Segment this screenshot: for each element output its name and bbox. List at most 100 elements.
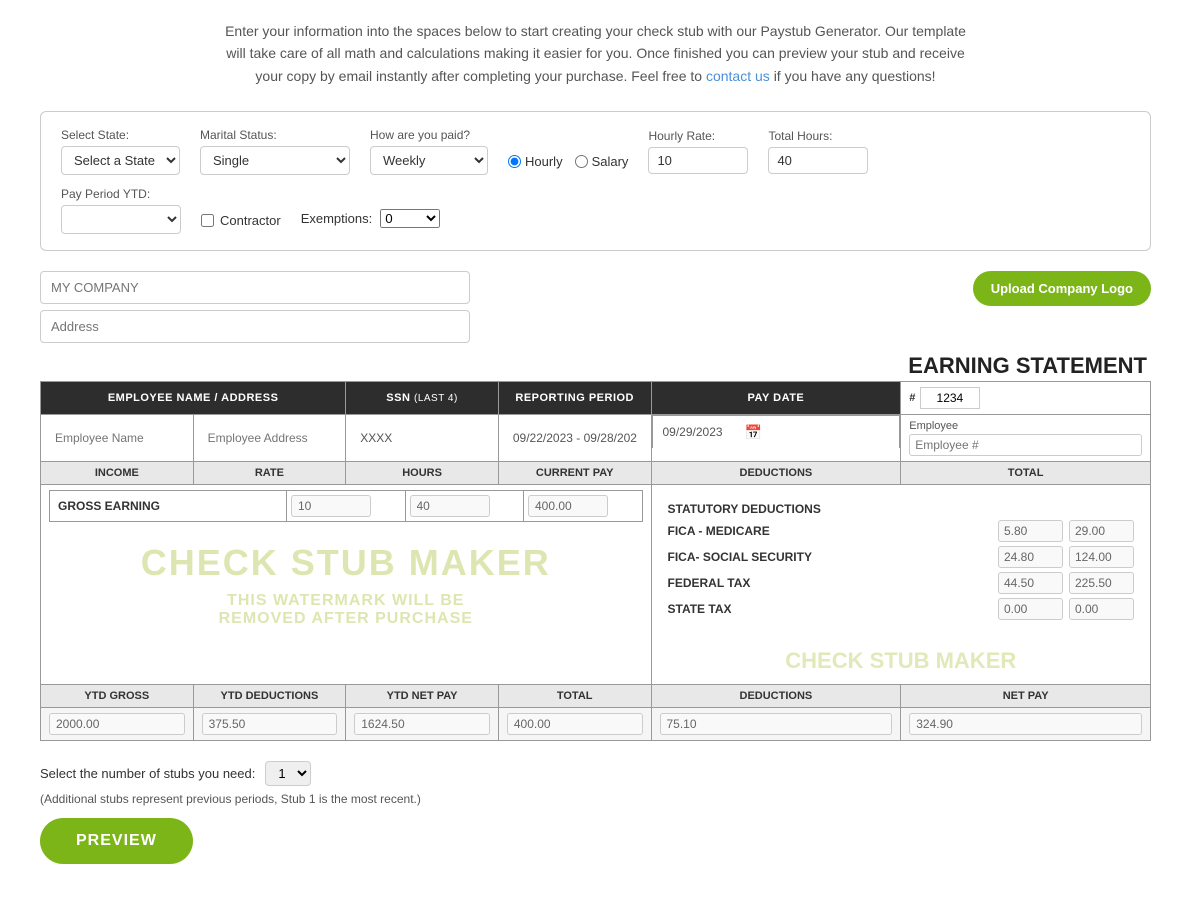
hourly-rate-input[interactable] [648, 147, 748, 174]
total-hours-input[interactable] [768, 147, 868, 174]
pay-period-ytd-dropdown[interactable] [61, 205, 181, 234]
marital-status-group: Marital Status: SingleMarriedHead of Hou… [200, 128, 350, 175]
exemptions-label: Exemptions: [301, 211, 373, 226]
how-paid-label: How are you paid? [370, 128, 488, 142]
deduction-row-2: FEDERAL TAX [668, 572, 1135, 594]
how-paid-dropdown[interactable]: WeeklyBi-WeeklySemi-MonthlyMonthly [370, 146, 488, 175]
deduction-name-3: STATE TAX [668, 602, 993, 616]
company-address-input[interactable] [40, 310, 470, 343]
contact-us-link[interactable]: contact us [706, 68, 770, 84]
ssn-input[interactable] [354, 427, 490, 449]
stubs-count-dropdown[interactable]: 12345 [265, 761, 311, 786]
hourly-radio[interactable] [508, 155, 521, 168]
salary-radio[interactable] [575, 155, 588, 168]
col-ssn: SSN (LAST 4) [346, 382, 499, 415]
reporting-period-cell [498, 415, 651, 462]
deduction-name-0: FICA - MEDICARE [668, 524, 993, 538]
salary-radio-label[interactable]: Salary [575, 154, 629, 169]
calendar-icon[interactable]: 📅 [745, 424, 762, 441]
deduction-total-input-2[interactable] [998, 572, 1063, 594]
col-pay-date: PAY DATE [651, 382, 901, 415]
deduction-total-input-0[interactable] [998, 520, 1063, 542]
gross-rate-input[interactable] [291, 495, 371, 517]
employee-address-input[interactable] [202, 427, 338, 449]
employee-address-cell [193, 415, 346, 462]
marital-status-label: Marital Status: [200, 128, 350, 142]
exemptions-group: Exemptions: 012345 [301, 209, 441, 234]
intro-text-2: will take care of all math and calculati… [226, 45, 965, 61]
deduction-row-3: STATE TAX [668, 598, 1135, 620]
upload-logo-button[interactable]: Upload Company Logo [973, 271, 1151, 306]
watermark-sub-text: THIS WATERMARK WILL BEREMOVED AFTER PURC… [219, 592, 473, 628]
intro-paragraph: Enter your information into the spaces b… [40, 20, 1151, 87]
earning-statement-title: EARNING STATEMENT [40, 353, 1151, 379]
total-hours-label: Total Hours: [768, 129, 868, 143]
company-section: Upload Company Logo [40, 271, 1151, 343]
employee-name-cell [41, 415, 194, 462]
select-state-group: Select State: Select a State AlabamaAlas… [61, 128, 180, 175]
exemptions-dropdown[interactable]: 012345 [380, 209, 440, 228]
company-name-input[interactable] [40, 271, 470, 304]
stubs-label: Select the number of stubs you need: [40, 766, 255, 781]
pay-date-cell: 📅 [652, 415, 901, 448]
deduction-ytd-input-2[interactable] [1069, 572, 1134, 594]
income-panel: GROSS EARNING [41, 485, 652, 685]
employee-hash-input[interactable] [909, 434, 1142, 456]
hourly-label-text: Hourly [525, 154, 563, 169]
contractor-checkbox[interactable] [201, 214, 214, 227]
total-cell [498, 708, 651, 741]
hash-input[interactable] [920, 387, 980, 409]
hourly-radio-label[interactable]: Hourly [508, 154, 563, 169]
col-deductions-header: DEDUCTIONS [651, 462, 901, 485]
ytd-gross-header: YTD GROSS [41, 685, 194, 708]
deductions-total-input[interactable] [660, 713, 893, 735]
employee-label: Employee [909, 420, 1142, 432]
deduction-name-1: FICA- SOCIAL SECURITY [668, 550, 993, 564]
how-paid-group: How are you paid? WeeklyBi-WeeklySemi-Mo… [370, 128, 488, 175]
preview-button[interactable]: PREVIEW [40, 818, 193, 864]
pay-date-input[interactable] [661, 421, 741, 443]
ytd-net-pay-header: YTD NET PAY [346, 685, 499, 708]
total-input[interactable] [507, 713, 643, 735]
deduction-ytd-input-3[interactable] [1069, 598, 1134, 620]
deduction-total-input-1[interactable] [998, 546, 1063, 568]
net-pay-input[interactable] [909, 713, 1142, 735]
ytd-gross-input[interactable] [49, 713, 185, 735]
deductions-panel: STATUTORY DEDUCTIONS FICA - MEDICARE FICA… [651, 485, 1151, 685]
marital-status-dropdown[interactable]: SingleMarriedHead of Household [200, 146, 350, 175]
bottom-section: Select the number of stubs you need: 123… [40, 761, 1151, 864]
col-current-pay-header: CURRENT PAY [498, 462, 651, 485]
deduction-total-input-3[interactable] [998, 598, 1063, 620]
deduction-name-2: FEDERAL TAX [668, 576, 993, 590]
ytd-deductions-input[interactable] [202, 713, 338, 735]
right-deductions-content: STATUTORY DEDUCTIONS FICA - MEDICARE FICA… [660, 490, 1143, 630]
total-header: TOTAL [498, 685, 651, 708]
hourly-rate-group: Hourly Rate: [648, 129, 748, 174]
income-deductions-header-row: INCOME RATE HOURS CURRENT PAY DEDUCTIONS… [41, 462, 1151, 485]
stub-body-row: GROSS EARNING [41, 485, 1151, 685]
deduction-ytd-input-0[interactable] [1069, 520, 1134, 542]
deduction-row-0: FICA - MEDICARE [668, 520, 1135, 542]
reporting-period-input[interactable] [507, 427, 643, 449]
deductions-total-cell [651, 708, 901, 741]
statutory-deductions-header: STATUTORY DEDUCTIONS [668, 496, 1135, 520]
contractor-group: Contractor [201, 213, 281, 234]
gross-hours-input[interactable] [410, 495, 490, 517]
total-hours-group: Total Hours: [768, 129, 868, 174]
deduction-row-1: FICA- SOCIAL SECURITY [668, 546, 1135, 568]
ytd-deductions-cell [193, 708, 346, 741]
gross-hours-cell [405, 491, 524, 522]
deduction-ytd-input-1[interactable] [1069, 546, 1134, 568]
net-pay-header: NET PAY [901, 685, 1151, 708]
stub-table: EMPLOYEE NAME / ADDRESS SSN (LAST 4) REP… [40, 381, 1151, 741]
intro-text-4: if you have any questions! [774, 68, 936, 84]
col-reporting-period: REPORTING PERIOD [498, 382, 651, 415]
select-state-dropdown[interactable]: Select a State AlabamaAlaskaArizona Cali… [61, 146, 180, 175]
gross-current-pay-input[interactable] [528, 495, 608, 517]
col-hours-header: HOURS [346, 462, 499, 485]
employee-name-input[interactable] [49, 427, 185, 449]
gross-earning-row: GROSS EARNING [50, 491, 643, 522]
ytd-net-pay-input[interactable] [354, 713, 490, 735]
gross-rate-cell [287, 491, 406, 522]
stubs-note: (Additional stubs represent previous per… [40, 792, 1151, 806]
